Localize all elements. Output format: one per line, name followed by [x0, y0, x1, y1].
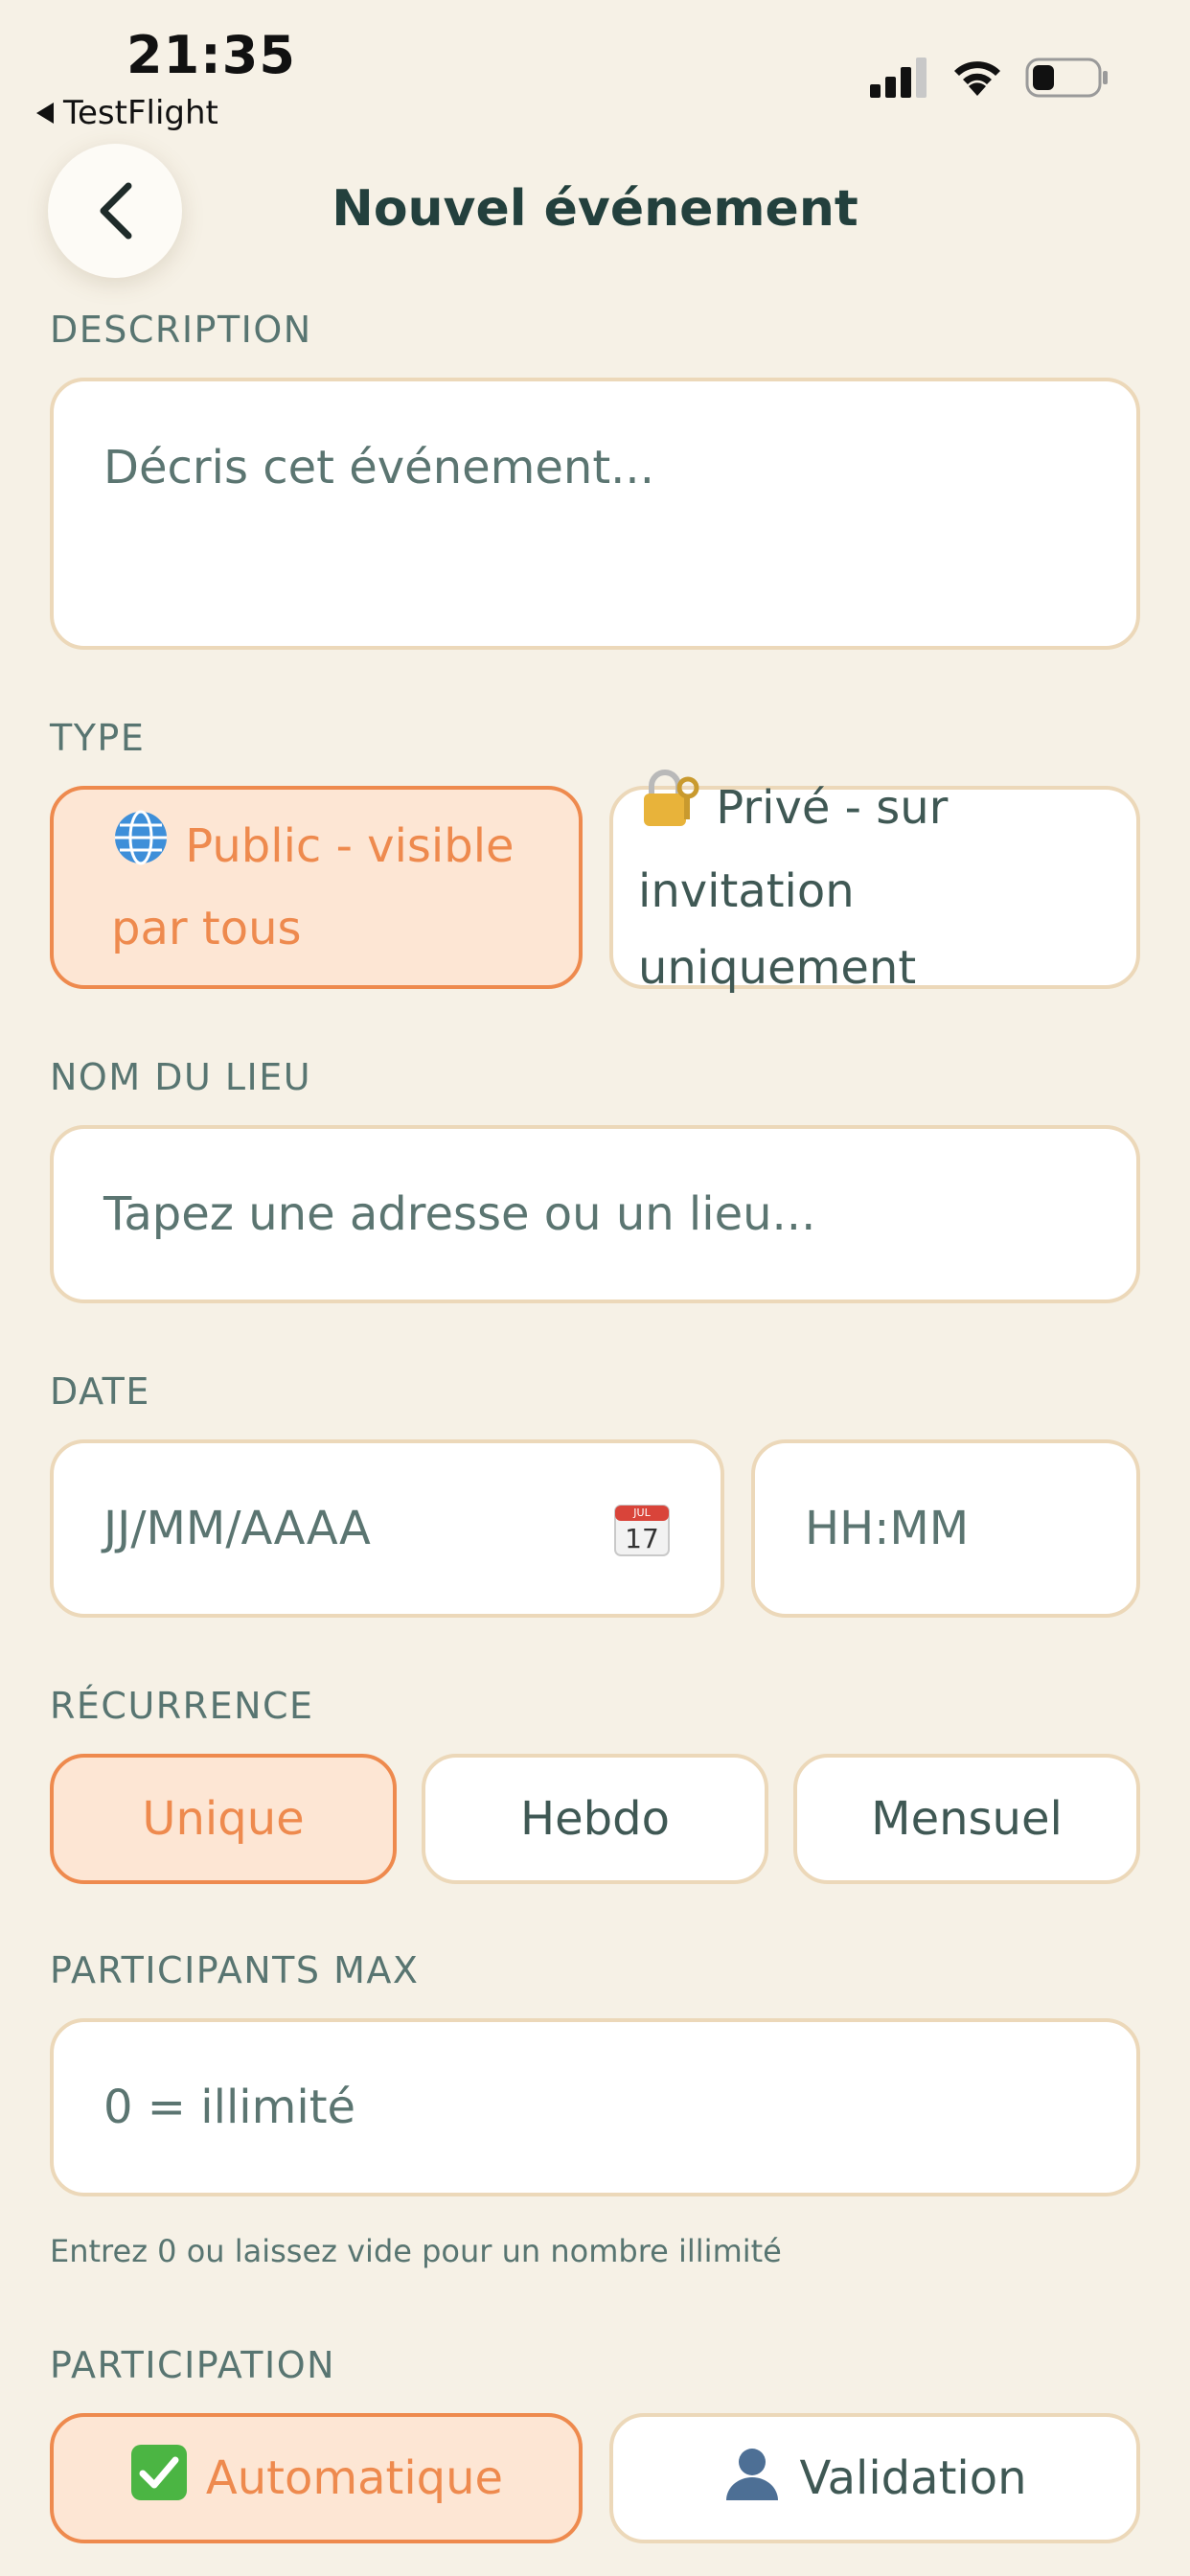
type-private-option[interactable]: Privé - sur invitation uniquement	[609, 770, 1140, 995]
back-triangle-icon	[36, 103, 54, 124]
time-placeholder: HH:MM	[805, 1502, 970, 1555]
page-title: Nouvel événement	[332, 180, 858, 238]
type-public-label: Public - visible par tous	[111, 819, 515, 955]
participation-auto-label: Automatique	[205, 2451, 504, 2505]
description-placeholder: Décris cet événement...	[103, 441, 654, 494]
date-label: DATE	[50, 1370, 150, 1413]
participants-max-input[interactable]: 0 = illimité	[50, 2018, 1140, 2196]
participants-helper-text: Entrez 0 ou laissez vide pour un nombre …	[50, 2233, 782, 2269]
recurrence-label: RÉCURRENCE	[50, 1685, 314, 1727]
description-label: DESCRIPTION	[50, 309, 312, 351]
participation-label: PARTICIPATION	[50, 2344, 336, 2386]
recurrence-option-mensuel[interactable]: Mensuel	[793, 1754, 1140, 1884]
participants-label: PARTICIPANTS MAX	[50, 1949, 420, 1991]
location-input[interactable]: Tapez une adresse ou un lieu...	[50, 1125, 1140, 1303]
calendar-day: 17	[625, 1523, 659, 1554]
type-public-option[interactable]: Public - visible par tous	[50, 786, 583, 989]
calendar-icon[interactable]: JUL 17	[613, 1500, 671, 1557]
recurrence-option-label: Unique	[142, 1792, 305, 1846]
cellular-signal-icon	[870, 58, 927, 98]
type-label: TYPE	[50, 717, 146, 759]
recurrence-option-unique[interactable]: Unique	[50, 1754, 397, 1884]
lock-key-icon	[638, 769, 701, 853]
time-input[interactable]: HH:MM	[751, 1439, 1140, 1618]
check-mark-icon	[129, 2443, 189, 2514]
location-label: NOM DU LIEU	[50, 1056, 312, 1098]
calendar-month: JUL	[633, 1506, 651, 1519]
recurrence-option-label: Mensuel	[871, 1792, 1063, 1846]
back-app-label: TestFlight	[63, 94, 218, 132]
person-silhouette-icon	[722, 2443, 782, 2514]
wifi-icon	[954, 61, 1000, 96]
description-input[interactable]: Décris cet événement...	[50, 378, 1140, 650]
status-time: 21:35	[126, 25, 296, 85]
participation-auto-option[interactable]: Automatique	[50, 2413, 583, 2543]
battery-icon	[1025, 58, 1108, 98]
date-input[interactable]: JJ/MM/AAAA JUL 17	[50, 1439, 724, 1618]
globe-icon	[111, 808, 171, 890]
date-placeholder: JJ/MM/AAAA	[103, 1502, 371, 1555]
recurrence-option-hebdo[interactable]: Hebdo	[422, 1754, 768, 1884]
recurrence-option-label: Hebdo	[520, 1792, 670, 1846]
participation-validation-option[interactable]: Validation	[609, 2413, 1140, 2543]
participants-placeholder: 0 = illimité	[103, 2081, 356, 2134]
location-placeholder: Tapez une adresse ou un lieu...	[103, 1187, 816, 1241]
back-to-app-link[interactable]: TestFlight	[36, 94, 218, 132]
participation-validation-label: Validation	[799, 2451, 1027, 2505]
